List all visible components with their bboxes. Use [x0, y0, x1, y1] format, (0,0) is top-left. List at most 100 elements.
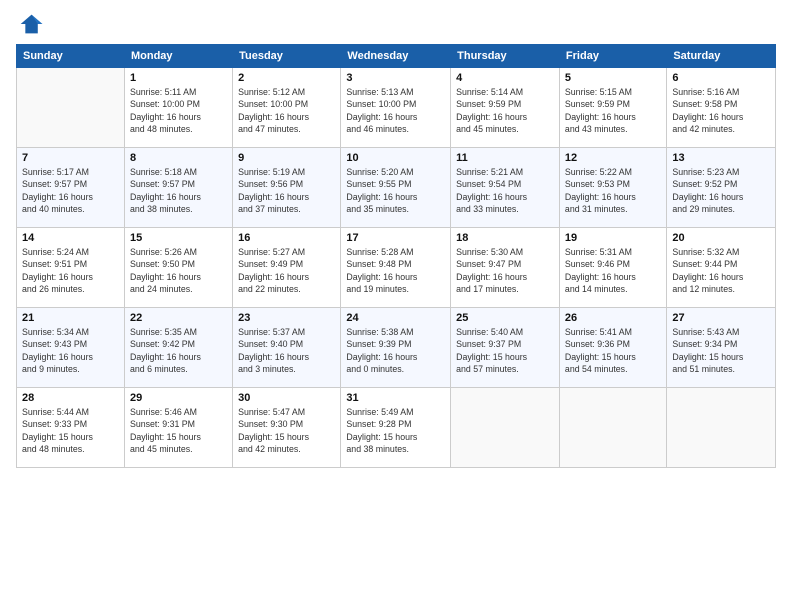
calendar-cell: 21 Sunrise: 5:34 AM Sunset: 9:43 PM Dayli… — [17, 308, 125, 388]
day-info: Sunrise: 5:49 AM Sunset: 9:28 PM Dayligh… — [346, 406, 445, 455]
calendar-cell — [17, 68, 125, 148]
day-number: 18 — [456, 232, 554, 244]
calendar-cell: 17 Sunrise: 5:28 AM Sunset: 9:48 PM Dayli… — [341, 228, 451, 308]
calendar-cell: 13 Sunrise: 5:23 AM Sunset: 9:52 PM Dayli… — [667, 148, 776, 228]
calendar-day-header: Wednesday — [341, 45, 451, 68]
day-info: Sunrise: 5:20 AM Sunset: 9:55 PM Dayligh… — [346, 166, 445, 215]
day-number: 1 — [130, 72, 227, 84]
day-info: Sunrise: 5:11 AM Sunset: 10:00 PM Daylig… — [130, 86, 227, 135]
page-header — [16, 10, 776, 38]
day-number: 24 — [346, 312, 445, 324]
day-info: Sunrise: 5:37 AM Sunset: 9:40 PM Dayligh… — [238, 326, 335, 375]
day-info: Sunrise: 5:16 AM Sunset: 9:58 PM Dayligh… — [672, 86, 770, 135]
day-info: Sunrise: 5:23 AM Sunset: 9:52 PM Dayligh… — [672, 166, 770, 215]
day-number: 20 — [672, 232, 770, 244]
calendar-cell — [667, 388, 776, 468]
day-info: Sunrise: 5:19 AM Sunset: 9:56 PM Dayligh… — [238, 166, 335, 215]
calendar-cell: 2 Sunrise: 5:12 AM Sunset: 10:00 PM Dayli… — [233, 68, 341, 148]
day-info: Sunrise: 5:30 AM Sunset: 9:47 PM Dayligh… — [456, 246, 554, 295]
calendar-week-row: 7Sunrise: 5:17 AM Sunset: 9:57 PM Daylig… — [17, 148, 776, 228]
day-number: 7 — [22, 152, 119, 164]
calendar-cell: 14 Sunrise: 5:24 AM Sunset: 9:51 PM Dayli… — [17, 228, 125, 308]
calendar-cell: 24 Sunrise: 5:38 AM Sunset: 9:39 PM Dayli… — [341, 308, 451, 388]
calendar-cell: 7Sunrise: 5:17 AM Sunset: 9:57 PM Daylig… — [17, 148, 125, 228]
calendar-cell: 15 Sunrise: 5:26 AM Sunset: 9:50 PM Dayli… — [124, 228, 232, 308]
calendar-day-header: Sunday — [17, 45, 125, 68]
day-number: 23 — [238, 312, 335, 324]
calendar-table: SundayMondayTuesdayWednesdayThursdayFrid… — [16, 44, 776, 468]
day-info: Sunrise: 5:13 AM Sunset: 10:00 PM Daylig… — [346, 86, 445, 135]
calendar-day-header: Saturday — [667, 45, 776, 68]
day-info: Sunrise: 5:32 AM Sunset: 9:44 PM Dayligh… — [672, 246, 770, 295]
day-info: Sunrise: 5:47 AM Sunset: 9:30 PM Dayligh… — [238, 406, 335, 455]
day-info: Sunrise: 5:44 AM Sunset: 9:33 PM Dayligh… — [22, 406, 119, 455]
day-info: Sunrise: 5:26 AM Sunset: 9:50 PM Dayligh… — [130, 246, 227, 295]
calendar-cell: 9 Sunrise: 5:19 AM Sunset: 9:56 PM Daylig… — [233, 148, 341, 228]
calendar-cell: 19 Sunrise: 5:31 AM Sunset: 9:46 PM Dayli… — [559, 228, 666, 308]
calendar-cell: 25 Sunrise: 5:40 AM Sunset: 9:37 PM Dayli… — [451, 308, 560, 388]
day-number: 11 — [456, 152, 554, 164]
calendar-cell — [559, 388, 666, 468]
day-info: Sunrise: 5:35 AM Sunset: 9:42 PM Dayligh… — [130, 326, 227, 375]
calendar-cell: 1 Sunrise: 5:11 AM Sunset: 10:00 PM Dayli… — [124, 68, 232, 148]
day-number: 30 — [238, 392, 335, 404]
calendar-cell: 12 Sunrise: 5:22 AM Sunset: 9:53 PM Dayli… — [559, 148, 666, 228]
day-number: 12 — [565, 152, 661, 164]
calendar-cell: 28Sunrise: 5:44 AM Sunset: 9:33 PM Dayli… — [17, 388, 125, 468]
day-info: Sunrise: 5:34 AM Sunset: 9:43 PM Dayligh… — [22, 326, 119, 375]
day-info: Sunrise: 5:14 AM Sunset: 9:59 PM Dayligh… — [456, 86, 554, 135]
day-number: 21 — [22, 312, 119, 324]
day-number: 2 — [238, 72, 335, 84]
day-number: 4 — [456, 72, 554, 84]
calendar-cell — [451, 388, 560, 468]
calendar-header-row: SundayMondayTuesdayWednesdayThursdayFrid… — [17, 45, 776, 68]
day-number: 31 — [346, 392, 445, 404]
calendar-week-row: 28Sunrise: 5:44 AM Sunset: 9:33 PM Dayli… — [17, 388, 776, 468]
calendar-day-header: Thursday — [451, 45, 560, 68]
calendar-day-header: Tuesday — [233, 45, 341, 68]
day-info: Sunrise: 5:40 AM Sunset: 9:37 PM Dayligh… — [456, 326, 554, 375]
calendar-cell: 16 Sunrise: 5:27 AM Sunset: 9:49 PM Dayli… — [233, 228, 341, 308]
calendar-cell: 31 Sunrise: 5:49 AM Sunset: 9:28 PM Dayli… — [341, 388, 451, 468]
day-number: 17 — [346, 232, 445, 244]
day-number: 9 — [238, 152, 335, 164]
day-info: Sunrise: 5:31 AM Sunset: 9:46 PM Dayligh… — [565, 246, 661, 295]
day-number: 29 — [130, 392, 227, 404]
day-number: 19 — [565, 232, 661, 244]
day-number: 14 — [22, 232, 119, 244]
calendar-cell: 27Sunrise: 5:43 AM Sunset: 9:34 PM Dayli… — [667, 308, 776, 388]
day-info: Sunrise: 5:22 AM Sunset: 9:53 PM Dayligh… — [565, 166, 661, 215]
day-number: 16 — [238, 232, 335, 244]
day-info: Sunrise: 5:24 AM Sunset: 9:51 PM Dayligh… — [22, 246, 119, 295]
calendar-cell: 26Sunrise: 5:41 AM Sunset: 9:36 PM Dayli… — [559, 308, 666, 388]
day-number: 5 — [565, 72, 661, 84]
calendar-cell: 10Sunrise: 5:20 AM Sunset: 9:55 PM Dayli… — [341, 148, 451, 228]
calendar-cell: 3Sunrise: 5:13 AM Sunset: 10:00 PM Dayli… — [341, 68, 451, 148]
calendar-cell: 20 Sunrise: 5:32 AM Sunset: 9:44 PM Dayli… — [667, 228, 776, 308]
calendar-week-row: 14 Sunrise: 5:24 AM Sunset: 9:51 PM Dayli… — [17, 228, 776, 308]
calendar-week-row: 21 Sunrise: 5:34 AM Sunset: 9:43 PM Dayli… — [17, 308, 776, 388]
day-info: Sunrise: 5:18 AM Sunset: 9:57 PM Dayligh… — [130, 166, 227, 215]
logo-icon — [16, 10, 44, 38]
day-info: Sunrise: 5:21 AM Sunset: 9:54 PM Dayligh… — [456, 166, 554, 215]
day-number: 8 — [130, 152, 227, 164]
calendar-cell: 29Sunrise: 5:46 AM Sunset: 9:31 PM Dayli… — [124, 388, 232, 468]
day-info: Sunrise: 5:27 AM Sunset: 9:49 PM Dayligh… — [238, 246, 335, 295]
calendar-day-header: Friday — [559, 45, 666, 68]
calendar-cell: 6Sunrise: 5:16 AM Sunset: 9:58 PM Daylig… — [667, 68, 776, 148]
day-info: Sunrise: 5:28 AM Sunset: 9:48 PM Dayligh… — [346, 246, 445, 295]
day-number: 15 — [130, 232, 227, 244]
calendar-cell: 4 Sunrise: 5:14 AM Sunset: 9:59 PM Daylig… — [451, 68, 560, 148]
day-number: 26 — [565, 312, 661, 324]
calendar-cell: 23 Sunrise: 5:37 AM Sunset: 9:40 PM Dayli… — [233, 308, 341, 388]
day-info: Sunrise: 5:38 AM Sunset: 9:39 PM Dayligh… — [346, 326, 445, 375]
calendar-cell: 30 Sunrise: 5:47 AM Sunset: 9:30 PM Dayli… — [233, 388, 341, 468]
logo — [16, 10, 48, 38]
day-number: 22 — [130, 312, 227, 324]
day-number: 25 — [456, 312, 554, 324]
calendar-cell: 5 Sunrise: 5:15 AM Sunset: 9:59 PM Daylig… — [559, 68, 666, 148]
day-number: 13 — [672, 152, 770, 164]
day-info: Sunrise: 5:43 AM Sunset: 9:34 PM Dayligh… — [672, 326, 770, 375]
day-info: Sunrise: 5:12 AM Sunset: 10:00 PM Daylig… — [238, 86, 335, 135]
day-info: Sunrise: 5:15 AM Sunset: 9:59 PM Dayligh… — [565, 86, 661, 135]
